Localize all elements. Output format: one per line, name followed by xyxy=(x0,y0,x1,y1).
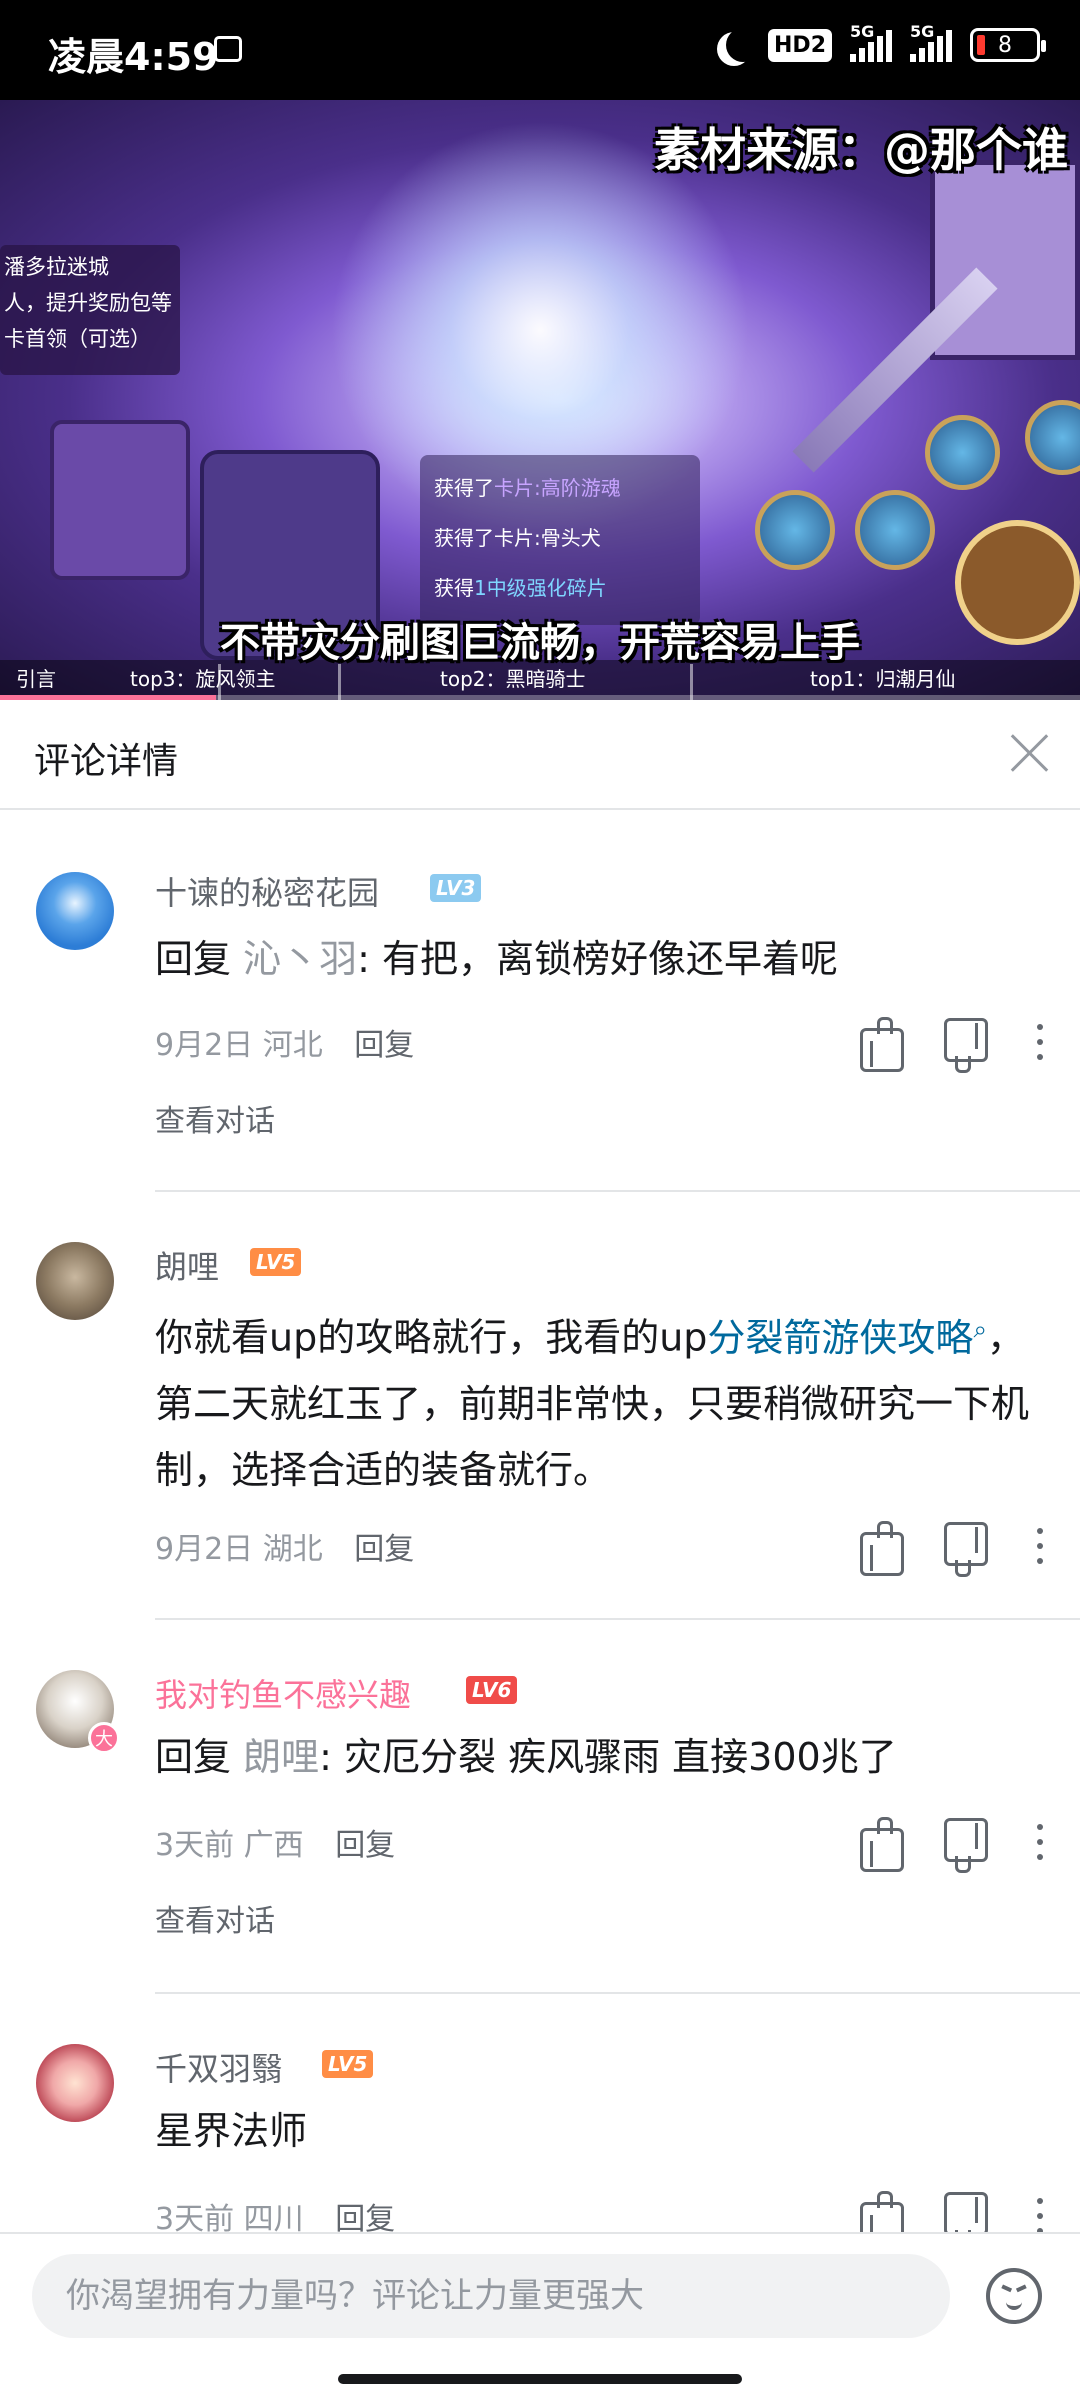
level-badge: LV3 xyxy=(430,874,482,902)
video-loot-line: 获得1中级强化碎片 xyxy=(434,576,607,600)
chapter-label[interactable]: 引言 xyxy=(16,663,56,692)
nfc-icon xyxy=(214,36,242,62)
comment-divider xyxy=(155,1618,1080,1620)
panel-title: 评论详情 xyxy=(34,741,179,782)
like-icon[interactable] xyxy=(860,2191,904,2232)
comment-date: 9月2日 xyxy=(155,1532,254,1567)
level-badge: LV5 xyxy=(322,2050,374,2078)
comment-date: 9月2日 xyxy=(155,1028,254,1063)
comment-location: 湖北 xyxy=(262,1532,323,1567)
comment-meta: 3天前 四川 回复 xyxy=(155,2194,395,2232)
comment-input[interactable] xyxy=(32,2254,950,2338)
search-icon: ⌕ xyxy=(973,1315,987,1343)
comment-divider xyxy=(155,1992,1080,1994)
emoji-icon[interactable] xyxy=(986,2268,1042,2324)
comment-username[interactable]: 千双羽翳 xyxy=(155,2044,283,2090)
comment-date: 3天前 xyxy=(155,2202,235,2232)
dislike-icon[interactable] xyxy=(944,1018,988,1062)
close-icon[interactable] xyxy=(1002,724,1058,780)
avatar[interactable]: 大 xyxy=(36,1670,120,1754)
comment-username[interactable]: 十谏的秘密花园 xyxy=(155,868,379,914)
comment-text: 回复 沁丶羽: 有把，离锁榜好像还早着呢 xyxy=(155,937,839,981)
video-loot-log: 获得了卡片:高阶游魂 获得了卡片:骨头犬 获得1中级强化碎片 xyxy=(420,455,700,625)
dislike-icon[interactable] xyxy=(944,2192,988,2232)
comment-input-bar xyxy=(0,2232,1080,2400)
reply-button[interactable]: 回复 xyxy=(354,1028,414,1063)
avatar-badge: 大 xyxy=(88,1722,120,1754)
video-chapter-bar[interactable]: 引言 top3：旋风领主 top2：黑暗骑士 top1：归潮月仙 xyxy=(0,660,1080,700)
video-skill-icon xyxy=(755,490,835,570)
video-source-overlay: 素材来源：@那个谁 xyxy=(654,123,1068,177)
comment-location: 河北 xyxy=(262,1028,323,1063)
comment-date: 3天前 xyxy=(155,1828,235,1863)
view-conversation-link[interactable]: 查看对话 xyxy=(155,1096,275,1140)
video-skill-icon xyxy=(855,490,935,570)
home-indicator[interactable] xyxy=(338,2374,742,2384)
video-skill-icon xyxy=(925,415,1000,490)
comment-text: 星界法师 xyxy=(155,2109,308,2153)
search-keyword-link[interactable]: 分裂箭游侠攻略⌕ xyxy=(707,1315,987,1360)
dislike-icon[interactable] xyxy=(944,1522,988,1566)
comment-meta: 9月2日 湖北 回复 xyxy=(155,1524,414,1568)
like-icon[interactable] xyxy=(860,1521,904,1576)
avatar[interactable] xyxy=(36,872,114,950)
reply-button[interactable]: 回复 xyxy=(354,1532,414,1567)
comment-divider xyxy=(155,1190,1080,1192)
comment-username[interactable]: 我对钓鱼不感兴趣 xyxy=(155,1670,411,1716)
reply-button[interactable]: 回复 xyxy=(335,2202,395,2232)
level-badge: LV5 xyxy=(250,1248,302,1276)
signal-icon-sim2: 5G xyxy=(910,22,952,62)
more-options-icon[interactable] xyxy=(1018,1820,1062,1864)
video-hud-line2: 人，提升奖励包等 xyxy=(4,291,172,315)
comment-username[interactable]: 朗哩 xyxy=(155,1242,219,1288)
more-options-icon[interactable] xyxy=(1018,1020,1062,1064)
like-icon[interactable] xyxy=(860,1817,904,1872)
battery-level: 8 xyxy=(998,32,1012,58)
do-not-disturb-icon xyxy=(726,28,760,62)
video-scene-eye-block xyxy=(50,420,190,580)
video-skill-icon xyxy=(1025,400,1080,475)
level-badge: LV6 xyxy=(466,1676,518,1704)
comment-meta: 9月2日 河北 回复 xyxy=(155,1020,414,1064)
video-loot-line: 获得了卡片:高阶游魂 xyxy=(434,476,621,500)
chapter-label[interactable]: top3：旋风领主 xyxy=(130,663,276,692)
dislike-icon[interactable] xyxy=(944,1818,988,1862)
view-conversation-link[interactable]: 查看对话 xyxy=(155,1896,275,1940)
avatar[interactable] xyxy=(36,1242,114,1320)
video-hud-dungeon-name: 潘多拉迷城 xyxy=(4,255,109,279)
reply-to-username[interactable]: 朗哩 xyxy=(243,1735,319,1779)
comment-location: 四川 xyxy=(243,2202,304,2232)
comment-meta: 3天前 广西 回复 xyxy=(155,1820,395,1864)
video-hud-quest: 潘多拉迷城 人，提升奖励包等 卡首领（可选） xyxy=(0,245,180,375)
status-time: 凌晨4:59 xyxy=(48,35,219,79)
comment-text: 你就看up的攻略就行，我看的up分裂箭游侠攻略⌕，第二天就红玉了，前期非常快，只… xyxy=(155,1315,1030,1492)
reply-button[interactable]: 回复 xyxy=(335,1828,395,1863)
reply-to-username[interactable]: 沁丶羽 xyxy=(243,937,357,981)
like-icon[interactable] xyxy=(860,1017,904,1072)
chapter-label[interactable]: top2：黑暗骑士 xyxy=(440,663,586,692)
video-loot-line: 获得了卡片:骨头犬 xyxy=(434,526,601,550)
video-player[interactable]: 潘多拉迷城 人，提升奖励包等 卡首领（可选） 获得了卡片:高阶游魂 获得了卡片:… xyxy=(0,100,1080,700)
status-bar: 凌晨4:59 HD2 5G 5G 8 xyxy=(0,0,1080,100)
hd-voice-icon: HD2 xyxy=(768,28,832,62)
signal-icon-sim1: 5G xyxy=(850,22,892,62)
chapter-label[interactable]: top1：归潮月仙 xyxy=(810,663,956,692)
avatar[interactable] xyxy=(36,2044,114,2122)
more-options-icon[interactable] xyxy=(1018,1524,1062,1568)
status-icons: HD2 5G 5G 8 xyxy=(716,22,1046,62)
comment-location: 广西 xyxy=(243,1828,304,1863)
comment-list[interactable]: 十谏的秘密花园 LV3 回复 沁丶羽: 有把，离锁榜好像还早着呢 9月2日 河北… xyxy=(0,812,1080,2232)
more-options-icon[interactable] xyxy=(1018,2194,1062,2232)
comment-detail-header: 评论详情 xyxy=(0,700,1080,810)
battery-icon: 8 xyxy=(970,28,1046,62)
video-hud-line3: 卡首领（可选） xyxy=(4,327,151,351)
comment-text: 回复 朗哩: 灾厄分裂 疾风骤雨 直接300兆了 xyxy=(155,1735,897,1779)
